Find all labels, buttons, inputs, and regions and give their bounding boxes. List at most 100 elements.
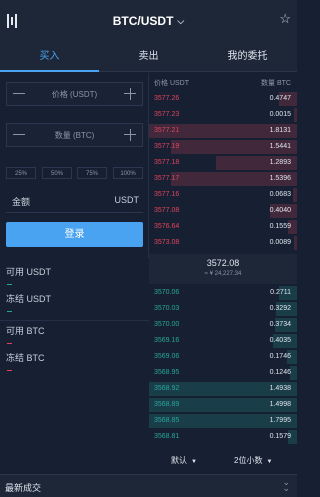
bid-row[interactable]: 3568.89 1.4998 [149, 398, 297, 412]
minus-icon[interactable] [13, 93, 25, 94]
price-column-header: 价格 USDT [154, 80, 189, 87]
mode-select[interactable]: 默认 ▼ [171, 455, 197, 466]
bid-price[interactable]: 3570.03 [154, 305, 179, 312]
amount-field[interactable]: 金额 USDT [6, 187, 143, 213]
ask-row[interactable]: 3576.64 0.1559 [149, 220, 297, 234]
ask-qty[interactable]: 1.8131 [270, 127, 291, 134]
ask-row[interactable]: 3577.19 1.5441 [149, 140, 297, 154]
bid-qty[interactable]: 0.1246 [270, 369, 291, 376]
ask-row[interactable]: 3577.16 0.0683 [149, 188, 297, 202]
percent-100-button[interactable]: 100% [113, 167, 143, 179]
ask-depth-bar [294, 108, 297, 122]
latest-trades-title[interactable]: 最新成交 [5, 481, 41, 494]
bid-qty[interactable]: 1.7995 [270, 417, 291, 424]
bid-price[interactable]: 3568.95 [154, 369, 179, 376]
ask-price[interactable]: 3577.23 [154, 111, 179, 118]
precision-select[interactable]: 2位小数 ▼ [234, 455, 272, 466]
order-book-header: 价格 USDT 数量 BTC [149, 78, 297, 90]
bid-price[interactable]: 3569.16 [154, 337, 179, 344]
star-icon[interactable]: ☆ [279, 11, 291, 27]
tab-my-orders[interactable]: 我的委托 [198, 42, 297, 72]
caret-down-icon[interactable]: ▼ [266, 459, 272, 465]
frozen-usdt-value [7, 311, 12, 312]
bid-price[interactable]: 3570.00 [154, 321, 179, 328]
quantity-placeholder[interactable]: 数量 (BTC) [29, 130, 120, 141]
bid-row[interactable]: 3569.16 0.4035 [149, 334, 297, 348]
ask-qty[interactable]: 1.2893 [270, 159, 291, 166]
ask-qty[interactable]: 1.5441 [270, 143, 291, 150]
ask-row[interactable]: 3577.21 1.8131 [149, 124, 297, 138]
ask-qty[interactable]: 0.0015 [270, 111, 291, 118]
bid-qty[interactable]: 0.3292 [270, 305, 291, 312]
ask-price[interactable]: 3577.16 [154, 191, 179, 198]
ask-row[interactable]: 3577.17 1.5396 [149, 172, 297, 186]
bid-qty[interactable]: 0.1746 [270, 353, 291, 360]
latest-trades-bar[interactable]: 最新成交 ⌄ ⌄ [0, 474, 297, 497]
bid-price[interactable]: 3569.06 [154, 353, 179, 360]
trade-tabs: 买入 卖出 我的委托 [0, 42, 297, 72]
ask-row[interactable]: 3577.18 1.2893 [149, 156, 297, 170]
price-field[interactable]: 价格 (USDT) [6, 82, 143, 106]
bid-price[interactable]: 3568.92 [154, 385, 179, 392]
bid-row[interactable]: 3570.06 0.2711 [149, 286, 297, 300]
plus-icon-vertical[interactable] [130, 88, 131, 100]
bid-qty[interactable]: 0.3734 [270, 321, 291, 328]
quantity-field[interactable]: 数量 (BTC) [6, 123, 143, 147]
ask-qty[interactable]: 0.0089 [270, 239, 291, 246]
order-book: 价格 USDT 数量 BTC 3577.26 0.4747 3577.23 0.001… [149, 73, 297, 453]
percent-buttons: 25% 50% 75% 100% [6, 167, 143, 179]
bid-qty[interactable]: 0.4035 [270, 337, 291, 344]
bid-row[interactable]: 3568.92 1.4938 [149, 382, 297, 396]
bid-qty[interactable]: 1.4998 [270, 401, 291, 408]
balances: 可用 USDT 冻结 USDT 可用 BTC 冻结 BTC [0, 258, 149, 378]
percent-75-button[interactable]: 75% [77, 167, 107, 179]
ask-price[interactable]: 3577.21 [154, 127, 179, 134]
ask-price[interactable]: 3577.26 [154, 95, 179, 102]
plus-icon-vertical[interactable] [130, 129, 131, 141]
precision-select-value[interactable]: 2位小数 [234, 456, 262, 465]
bid-row[interactable]: 3569.06 0.1746 [149, 350, 297, 364]
ask-price[interactable]: 3573.08 [154, 239, 179, 246]
pair-selector[interactable]: BTC/USDT ⌵ [0, 14, 297, 28]
bid-qty[interactable]: 0.2711 [270, 289, 291, 296]
divider [0, 320, 149, 321]
bid-price[interactable]: 3568.81 [154, 433, 179, 440]
ask-row[interactable]: 3577.26 0.4747 [149, 92, 297, 106]
ask-qty[interactable]: 0.4040 [270, 207, 291, 214]
ask-price[interactable]: 3577.17 [154, 175, 179, 182]
bid-price[interactable]: 3568.85 [154, 417, 179, 424]
double-chevron-down-icon[interactable]: ⌄ ⌄ [282, 478, 290, 493]
ask-qty[interactable]: 1.5396 [270, 175, 291, 182]
ask-qty[interactable]: 0.0683 [270, 191, 291, 198]
minus-icon[interactable] [13, 134, 25, 135]
pair-label[interactable]: BTC/USDT [113, 14, 174, 28]
ask-row[interactable]: 3577.23 0.0015 [149, 108, 297, 122]
bid-qty[interactable]: 0.1579 [270, 433, 291, 440]
mode-select-value[interactable]: 默认 [171, 456, 187, 465]
ask-qty[interactable]: 0.1559 [270, 223, 291, 230]
percent-25-button[interactable]: 25% [6, 167, 36, 179]
bid-price[interactable]: 3570.06 [154, 289, 179, 296]
ask-row[interactable]: 3577.08 0.4040 [149, 204, 297, 218]
bid-row[interactable]: 3568.81 0.1579 [149, 430, 297, 444]
ask-row[interactable]: 3573.08 0.0089 [149, 236, 297, 250]
ask-price[interactable]: 3577.19 [154, 143, 179, 150]
bid-qty[interactable]: 1.4938 [270, 385, 291, 392]
bid-row[interactable]: 3568.85 1.7995 [149, 414, 297, 428]
chevron-down-icon[interactable]: ⌵ [177, 16, 184, 27]
percent-50-button[interactable]: 50% [42, 167, 72, 179]
ask-qty[interactable]: 0.4747 [270, 95, 291, 102]
bid-row[interactable]: 3570.00 0.3734 [149, 318, 297, 332]
tab-sell[interactable]: 卖出 [99, 42, 198, 72]
bid-row[interactable]: 3568.95 0.1246 [149, 366, 297, 380]
tab-buy[interactable]: 买入 [0, 42, 99, 72]
bid-row[interactable]: 3570.03 0.3292 [149, 302, 297, 316]
caret-down-icon[interactable]: ▼ [191, 459, 197, 465]
bid-price[interactable]: 3568.89 [154, 401, 179, 408]
frozen-btc-value [7, 370, 12, 371]
ask-price[interactable]: 3577.18 [154, 159, 179, 166]
ask-price[interactable]: 3576.64 [154, 223, 179, 230]
ask-price[interactable]: 3577.08 [154, 207, 179, 214]
price-placeholder[interactable]: 价格 (USDT) [29, 89, 120, 100]
login-button[interactable]: 登录 [6, 222, 143, 247]
